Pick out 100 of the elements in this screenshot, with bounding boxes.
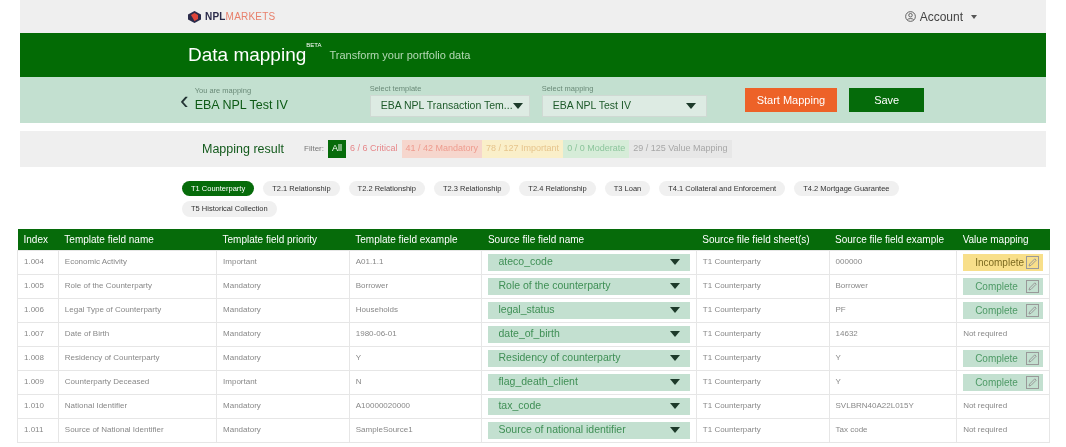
table-cell: Date of Birth bbox=[58, 322, 217, 346]
caret-icon bbox=[685, 102, 696, 109]
start-mapping-button[interactable]: Start Mapping bbox=[744, 87, 838, 113]
caret-icon bbox=[669, 403, 680, 409]
column-header: Template field priority bbox=[216, 228, 350, 250]
edit-icon[interactable] bbox=[1026, 303, 1039, 317]
caret-icon bbox=[669, 259, 680, 265]
value-mapping-status[interactable]: Complete bbox=[963, 301, 1043, 319]
table-cell: Not required bbox=[956, 418, 1050, 442]
table-cell: 1.009 bbox=[17, 370, 59, 394]
account-menu[interactable]: Account bbox=[903, 6, 978, 27]
caret-icon bbox=[669, 355, 680, 361]
table-cell: Source of National Identifier bbox=[58, 418, 217, 442]
table-cell: Tax code bbox=[829, 418, 957, 442]
caret-icon bbox=[669, 283, 680, 289]
column-header: Value mapping bbox=[956, 228, 1050, 250]
table-cell: Mandatory bbox=[216, 346, 350, 370]
user-icon bbox=[904, 11, 916, 22]
section-title: Mapping result bbox=[202, 140, 284, 158]
table-cell: 1.007 bbox=[17, 322, 59, 346]
column-header: Source file field name bbox=[481, 228, 697, 250]
table-cell: 1.006 bbox=[17, 298, 59, 322]
table-cell: Role of the Counterparty bbox=[58, 274, 217, 298]
table-cell: Borrower bbox=[829, 274, 957, 298]
table-cell: Important bbox=[216, 250, 350, 274]
column-header: Template field name bbox=[58, 228, 217, 250]
logo-icon bbox=[188, 10, 201, 23]
filter-chip[interactable]: 29 / 125 Value Mapping bbox=[629, 140, 732, 158]
table-cell: Mandatory bbox=[216, 418, 350, 442]
mapping-name: EBA NPL Test IV bbox=[194, 97, 289, 115]
caret-icon bbox=[512, 102, 523, 109]
table-cell: 1.010 bbox=[17, 394, 59, 418]
filter-label: Filter: bbox=[304, 143, 324, 155]
table-cell: 1.005 bbox=[17, 274, 59, 298]
table-cell: SVLBRN40A22L015Y bbox=[829, 394, 957, 418]
table-cell: 1980-06-01 bbox=[349, 322, 482, 346]
column-header: Index bbox=[17, 228, 59, 250]
column-header: Source file field sheet(s) bbox=[696, 228, 830, 250]
column-header: Source file field example bbox=[829, 228, 957, 250]
table-cell: T1 Counterparty bbox=[696, 346, 830, 370]
source-field-dropdown[interactable]: flag_death_client bbox=[488, 373, 690, 391]
table-cell: T1 Counterparty bbox=[696, 250, 830, 274]
column-header: Template field example bbox=[349, 228, 482, 250]
filter-chip[interactable]: 0 / 0 Moderate bbox=[563, 140, 630, 158]
table-cell: Mandatory bbox=[216, 394, 350, 418]
edit-icon[interactable] bbox=[1026, 255, 1039, 269]
caret-icon bbox=[669, 331, 680, 337]
page-subtitle: Transform your portfolio data bbox=[329, 47, 471, 63]
table-cell: Mandatory bbox=[216, 322, 350, 346]
back-button[interactable]: ‹ bbox=[180, 87, 195, 113]
select-dropdown[interactable]: EBA NPL Test IV bbox=[541, 94, 707, 117]
filter-chip[interactable]: All bbox=[328, 140, 346, 158]
table-cell: Counterparty Deceased bbox=[58, 370, 217, 394]
edit-icon[interactable] bbox=[1026, 279, 1039, 293]
value-mapping-status[interactable]: Complete bbox=[963, 349, 1043, 367]
source-field-dropdown[interactable]: Source of national identifier bbox=[488, 421, 690, 439]
table-cell: Y bbox=[349, 346, 482, 370]
table-cell: T1 Counterparty bbox=[696, 298, 830, 322]
table-cell: T1 Counterparty bbox=[696, 394, 830, 418]
source-field-dropdown[interactable]: tax_code bbox=[488, 397, 690, 415]
table-cell: Legal Type of Counterparty bbox=[58, 298, 217, 322]
table-cell: Economic Activity bbox=[58, 250, 217, 274]
table-cell: T1 Counterparty bbox=[696, 370, 830, 394]
source-field-dropdown[interactable]: legal_status bbox=[488, 301, 690, 319]
table-cell: SampleSource1 bbox=[349, 418, 482, 442]
table-cell: Households bbox=[349, 298, 482, 322]
table-cell: 1.011 bbox=[17, 418, 59, 442]
table-cell: Residency of Counterparty bbox=[58, 346, 217, 370]
table-cell: A10000020000 bbox=[349, 394, 482, 418]
caret-icon bbox=[669, 379, 680, 385]
table-cell: Mandatory bbox=[216, 274, 350, 298]
value-mapping-status[interactable]: Complete bbox=[963, 277, 1043, 295]
table-cell: PF bbox=[829, 298, 957, 322]
table-cell: T1 Counterparty bbox=[696, 322, 830, 346]
filter-chip[interactable]: 6 / 6 Critical bbox=[346, 140, 402, 158]
source-field-dropdown[interactable]: Residency of counterparty bbox=[488, 349, 690, 367]
table-cell: 1.008 bbox=[17, 346, 59, 370]
table-cell: Not required bbox=[956, 322, 1050, 346]
table-cell: Y bbox=[829, 346, 957, 370]
caret-icon bbox=[669, 427, 680, 433]
select-dropdown[interactable]: EBA NPL Transaction Tem... bbox=[369, 94, 530, 117]
value-mapping-status[interactable]: Incomplete bbox=[963, 253, 1043, 271]
table-cell: 000000 bbox=[829, 250, 957, 274]
caret-icon bbox=[669, 307, 680, 313]
value-mapping-status[interactable]: Complete bbox=[963, 373, 1043, 391]
table-cell: N bbox=[349, 370, 482, 394]
source-field-dropdown[interactable]: Role of the counterparty bbox=[488, 277, 690, 295]
table-cell: A01.1.1 bbox=[349, 250, 482, 274]
table-cell: 1.004 bbox=[17, 250, 59, 274]
source-field-dropdown[interactable]: ateco_code bbox=[488, 253, 690, 271]
source-field-dropdown[interactable]: date_of_birth bbox=[488, 325, 690, 343]
table-cell: Y bbox=[829, 370, 957, 394]
edit-icon[interactable] bbox=[1026, 351, 1039, 365]
table-cell: National Identifier bbox=[58, 394, 217, 418]
edit-icon[interactable] bbox=[1026, 375, 1039, 389]
page-title: Data mapping bbox=[188, 43, 307, 65]
save-button[interactable]: Save bbox=[849, 87, 925, 113]
table-cell: T1 Counterparty bbox=[696, 418, 830, 442]
select-value: EBA NPL Transaction Tem... bbox=[380, 97, 513, 113]
logo-text: NPLMARKETS bbox=[205, 10, 276, 24]
